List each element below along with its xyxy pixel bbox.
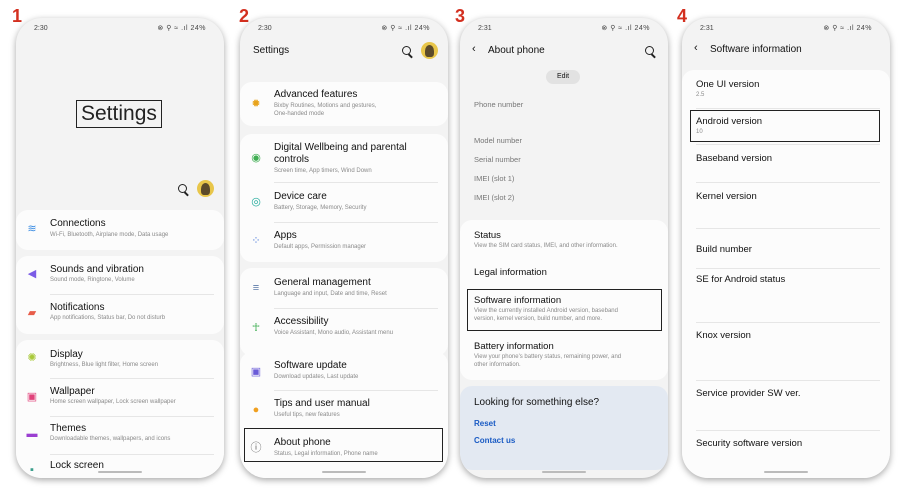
status-bar: 2:31 ⊗ ⚲ ≈ .ıl 24% [682, 18, 890, 38]
status-battery: ⊗ ⚲ ≈ .ıl 24% [823, 25, 872, 32]
status-time: 2:31 [700, 24, 714, 32]
status-bar: 2:30 ⊗ ⚲ ≈ .ıl 24% [240, 18, 448, 38]
apps-icon: ⁘ [251, 235, 261, 247]
wellbeing-icon: ◉ [251, 152, 261, 164]
phone-settings-list: 2:30 ⊗ ⚲ ≈ .ıl 24% Settings ✹ Advanced f… [240, 18, 448, 478]
reset-link[interactable]: Reset [474, 419, 496, 428]
gesture-bar [322, 471, 366, 473]
gesture-bar [764, 471, 808, 473]
card-advanced: ✹ Advanced features Bixby Routines, Moti… [240, 82, 448, 126]
edit-button[interactable]: Edit [546, 70, 580, 84]
menu-item-digital-wellbeing[interactable]: ◉ Digital Wellbeing and parental control… [240, 134, 448, 182]
avatar[interactable] [197, 180, 214, 197]
status-time: 2:30 [258, 24, 272, 32]
field-imei-1: IMEI (slot 1) [474, 174, 515, 183]
menu-item-legal[interactable]: Legal information [460, 260, 668, 284]
menu-item-wallpaper[interactable]: ▣ Wallpaper Home screen wallpaper, Lock … [16, 378, 224, 416]
search-icon[interactable] [402, 46, 411, 55]
menu-item-general-management[interactable]: ≡ General management Language and input,… [240, 268, 448, 308]
status-battery: ⊗ ⚲ ≈ .ıl 24% [601, 25, 650, 32]
big-page-title: Settings [76, 100, 162, 128]
phone-about: 2:31 ⊗ ⚲ ≈ .ıl 24% ‹ About phone Edit Ph… [460, 18, 668, 478]
menu-item-themes[interactable]: ▬ Themes Downloadable themes, wallpapers… [16, 416, 224, 454]
menu-item-status[interactable]: Status View the SIM card status, IMEI, a… [460, 220, 668, 256]
row-knox-version[interactable]: Knox version [682, 322, 890, 380]
wifi-icon: ≋ [27, 223, 37, 235]
menu-item-connections[interactable]: ≋ Connections Wi-Fi, Bluetooth, Airplane… [16, 210, 224, 250]
help-card: Looking for something else? Reset Contac… [460, 386, 668, 470]
sun-icon: ✺ [27, 352, 37, 364]
highlight-about-phone [244, 428, 443, 462]
gear-plus-icon: ✹ [251, 98, 261, 110]
menu-item-device-care[interactable]: ◎ Device care Battery, Storage, Memory, … [240, 182, 448, 222]
highlight-software-info [467, 289, 662, 331]
volume-icon: ◀ [27, 268, 37, 280]
status-battery: ⊗ ⚲ ≈ .ıl 24% [157, 25, 206, 32]
menu-item-advanced-features[interactable]: ✹ Advanced features Bixby Routines, Moti… [240, 82, 448, 126]
highlight-android-version [690, 110, 880, 142]
status-bar: 2:30 ⊗ ⚲ ≈ .ıl 24% [16, 18, 224, 38]
field-phone-number: Phone number [474, 100, 524, 109]
status-bar: 2:31 ⊗ ⚲ ≈ .ıl 24% [460, 18, 668, 38]
status-time: 2:30 [34, 24, 48, 32]
card-sound: ◀ Sounds and vibration Sound mode, Ringt… [16, 256, 224, 334]
back-icon[interactable]: ‹ [694, 42, 698, 54]
gesture-bar [98, 471, 142, 473]
menu-item-sounds[interactable]: ◀ Sounds and vibration Sound mode, Ringt… [16, 256, 224, 294]
image-icon: ▣ [26, 391, 38, 403]
row-kernel-version[interactable]: Kernel version [682, 182, 890, 228]
field-model-number: Model number [474, 136, 522, 145]
card-general: ≡ General management Language and input,… [240, 268, 448, 356]
menu-item-battery-info[interactable]: Battery information View your phone's ba… [460, 336, 668, 380]
contact-us-link[interactable]: Contact us [474, 436, 515, 445]
device-care-icon: ◎ [251, 196, 261, 208]
menu-item-lock-screen[interactable]: ▪ Lock screen [16, 454, 224, 478]
avatar[interactable] [421, 42, 438, 59]
update-icon: ▣ [250, 366, 262, 378]
sliders-icon: ≡ [252, 282, 260, 294]
menu-item-apps[interactable]: ⁘ Apps Default apps, Permission manager [240, 222, 448, 262]
row-service-provider-sw[interactable]: Service provider SW ver. [682, 380, 890, 430]
row-baseband-version[interactable]: Baseband version [682, 144, 890, 182]
search-icon[interactable] [645, 46, 654, 55]
gesture-bar [542, 471, 586, 473]
lock-icon: ▪ [30, 464, 34, 476]
phone-settings-main: 2:30 ⊗ ⚲ ≈ .ıl 24% Settings ≋ Connection… [16, 18, 224, 478]
row-build-number[interactable]: Build number [682, 228, 890, 268]
phone-software-info: 2:31 ⊗ ⚲ ≈ .ıl 24% ‹ Software informatio… [682, 18, 890, 478]
card-connections: ≋ Connections Wi-Fi, Bluetooth, Airplane… [16, 210, 224, 250]
row-se-android-status[interactable]: SE for Android status [682, 268, 890, 322]
accessibility-icon: ☥ [251, 322, 261, 334]
page-title: Software information [710, 44, 802, 55]
menu-item-display[interactable]: ✺ Display Brightness, Blue light filter,… [16, 340, 224, 378]
status-battery: ⊗ ⚲ ≈ .ıl 24% [381, 25, 430, 32]
row-one-ui-version[interactable]: One UI version 2.5 [682, 70, 890, 108]
brush-icon: ▬ [26, 428, 38, 440]
card-display: ✺ Display Brightness, Blue light filter,… [16, 340, 224, 478]
field-serial-number: Serial number [474, 155, 521, 164]
bell-icon: ▰ [27, 307, 37, 319]
page-title: Settings [253, 45, 290, 56]
search-icon[interactable] [178, 184, 187, 193]
menu-item-notifications[interactable]: ▰ Notifications App notifications, Statu… [16, 294, 224, 334]
menu-item-accessibility[interactable]: ☥ Accessibility Voice Assistant, Mono au… [240, 308, 448, 356]
card-wellbeing: ◉ Digital Wellbeing and parental control… [240, 134, 448, 262]
menu-item-software-update[interactable]: ▣ Software update Download updates, Last… [240, 352, 448, 390]
bulb-icon: ● [252, 404, 260, 416]
field-imei-2: IMEI (slot 2) [474, 193, 515, 202]
status-time: 2:31 [478, 24, 492, 32]
menu-item-tips[interactable]: ● Tips and user manual Useful tips, new … [240, 390, 448, 428]
page-title: About phone [488, 45, 545, 56]
back-icon[interactable]: ‹ [472, 43, 476, 55]
